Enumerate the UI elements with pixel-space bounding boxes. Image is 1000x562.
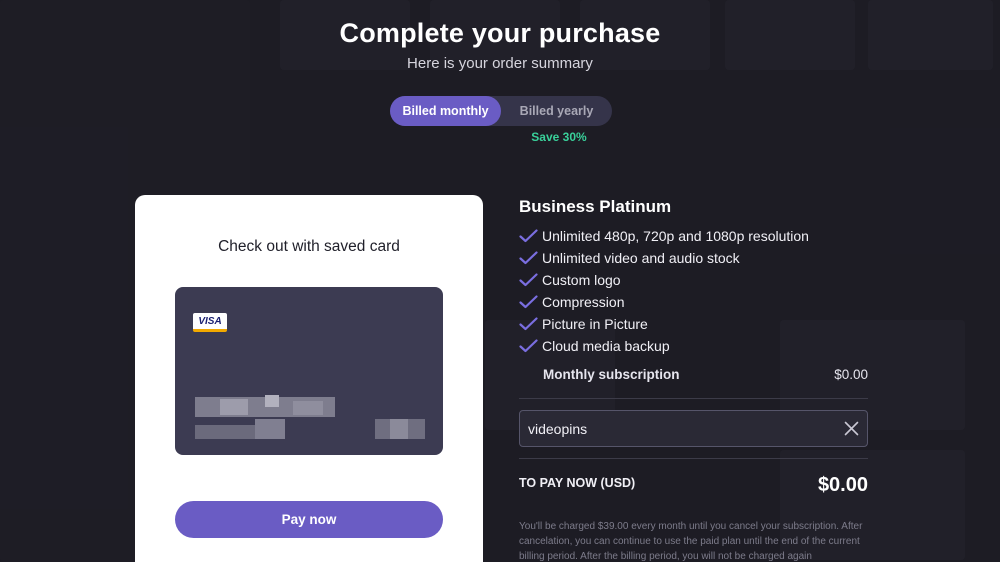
feature-item: Unlimited 480p, 720p and 1080p resolutio… [519, 225, 868, 247]
checkout-heading: Check out with saved card [218, 238, 400, 255]
billing-disclaimer: You'll be charged $39.00 every month unt… [519, 521, 863, 562]
feature-item: Compression [519, 291, 868, 313]
billed-yearly-option[interactable]: Billed yearly [501, 96, 612, 126]
subscription-label: Monthly subscription [543, 367, 680, 382]
saved-card[interactable]: VISA [175, 287, 443, 455]
divider [519, 458, 868, 459]
subscription-price: $0.00 [834, 367, 868, 382]
purchase-header: Complete your purchase Here is your orde… [0, 18, 1000, 72]
page-subtitle: Here is your order summary [407, 55, 593, 72]
billed-monthly-option[interactable]: Billed monthly [390, 96, 501, 126]
visa-logo: VISA [193, 313, 227, 332]
plan-name: Business Platinum [519, 197, 672, 216]
subscription-row: Monthly subscription $0.00 [519, 367, 868, 382]
check-icon [519, 251, 538, 265]
feature-label: Cloud media backup [542, 338, 670, 354]
pay-now-button[interactable]: Pay now [175, 501, 443, 538]
feature-list: Unlimited 480p, 720p and 1080p resolutio… [519, 225, 868, 357]
divider [519, 398, 868, 399]
feature-item: Custom logo [519, 269, 868, 291]
page-title: Complete your purchase [339, 18, 661, 48]
total-label: TO PAY NOW (USD) [519, 476, 636, 490]
check-icon [519, 339, 538, 353]
check-icon [519, 317, 538, 331]
feature-label: Compression [542, 294, 625, 310]
coupon-field[interactable] [519, 410, 868, 447]
feature-label: Unlimited 480p, 720p and 1080p resolutio… [542, 228, 809, 244]
feature-item: Cloud media backup [519, 335, 868, 357]
billing-toggle[interactable]: Billed monthly Billed yearly [390, 96, 612, 126]
feature-label: Custom logo [542, 272, 621, 288]
clear-icon[interactable] [844, 421, 859, 436]
feature-label: Picture in Picture [542, 316, 648, 332]
checkout-panel: Check out with saved card VISA Pay now [135, 195, 483, 562]
check-icon [519, 273, 538, 287]
save-badge: Save 30% [531, 130, 587, 144]
check-icon [519, 229, 538, 243]
feature-item: Picture in Picture [519, 313, 868, 335]
feature-item: Unlimited video and audio stock [519, 247, 868, 269]
order-summary: Business Platinum Unlimited 480p, 720p a… [519, 197, 868, 562]
feature-label: Unlimited video and audio stock [542, 250, 740, 266]
check-icon [519, 295, 538, 309]
coupon-input[interactable] [528, 411, 828, 446]
total-amount: $0.00 [817, 474, 868, 496]
